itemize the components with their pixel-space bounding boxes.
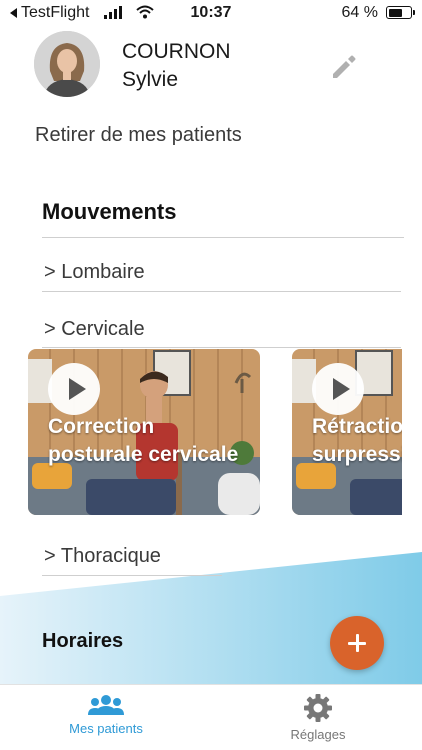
tab-bar: Mes patients Réglages <box>0 684 422 750</box>
battery-icon <box>386 6 415 19</box>
video-card[interactable]: Rétraction cervicale surpression <box>292 349 402 515</box>
divider <box>42 291 401 292</box>
patient-last-name: COURNON <box>122 40 231 63</box>
gear-icon <box>304 694 332 722</box>
play-button[interactable] <box>312 363 364 415</box>
category-lombaire[interactable]: > Lombaire <box>44 261 145 284</box>
video-title: Rétraction cervicale surpression <box>312 415 402 466</box>
video-title: Correction posturale cervicale <box>48 415 239 466</box>
tab-label: Mes patients <box>69 721 143 736</box>
divider <box>42 237 404 238</box>
remove-patient-link[interactable]: Retirer de mes patients <box>35 124 242 147</box>
edit-icon[interactable] <box>328 50 360 82</box>
schedule-title: Horaires <box>42 630 124 652</box>
divider <box>42 575 222 576</box>
add-button[interactable] <box>330 616 384 670</box>
battery-percent: 64 % <box>341 4 378 21</box>
status-bar: TestFlight 10:37 64 % <box>0 0 422 26</box>
tab-reglages[interactable]: Réglages <box>248 693 388 742</box>
tab-mes-patients[interactable]: Mes patients <box>36 693 176 736</box>
movements-title: Mouvements <box>42 199 177 224</box>
video-carousel[interactable]: Correction posturale cervicale Rétractio… <box>0 349 402 515</box>
patient-name: COURNON Sylvie <box>122 38 231 94</box>
patient-first-name: Sylvie <box>122 68 179 91</box>
category-thoracique[interactable]: > Thoracique <box>44 545 161 568</box>
avatar <box>34 31 100 97</box>
category-cervicale[interactable]: > Cervicale <box>44 318 145 341</box>
play-button[interactable] <box>48 363 100 415</box>
divider <box>42 347 401 348</box>
tab-label: Réglages <box>290 727 346 742</box>
video-card[interactable]: Correction posturale cervicale <box>28 349 260 515</box>
patients-icon <box>88 695 124 715</box>
